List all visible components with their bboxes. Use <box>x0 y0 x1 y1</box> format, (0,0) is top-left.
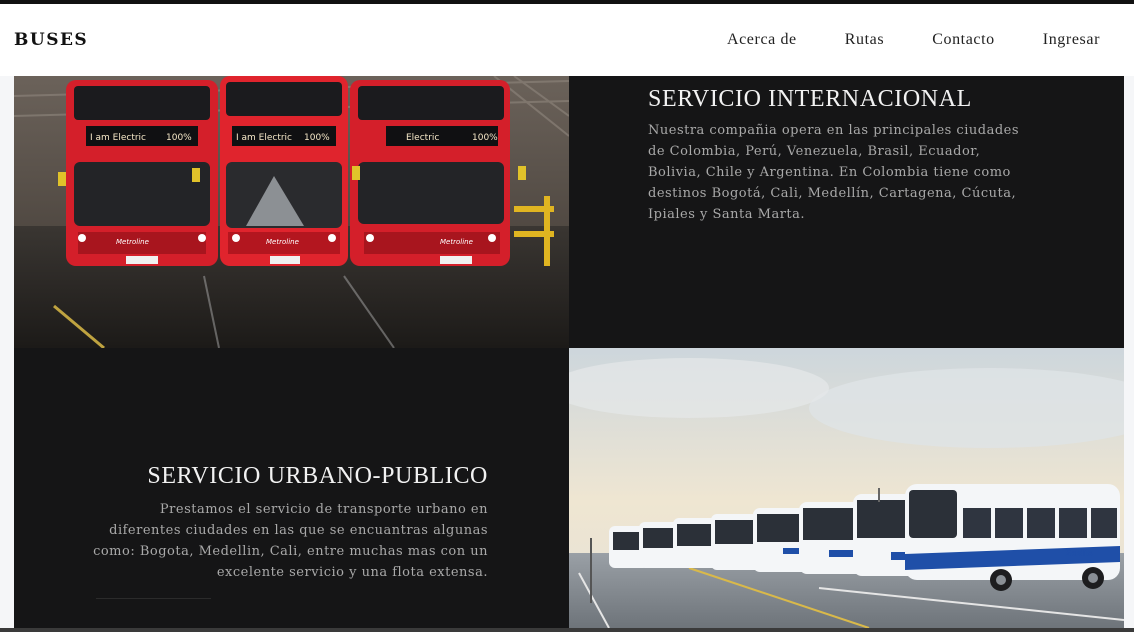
service-international-panel: SERVICIO INTERNACIONAL Nuestra compañia … <box>569 76 1124 348</box>
front-bus-brand: Sodis <box>1065 549 1093 559</box>
bus2-pct-label: 100% <box>304 133 330 143</box>
nav-link-contacto[interactable]: Contacto <box>932 31 995 49</box>
section-desc-urban: Prestamos el servicio de transporte urba… <box>93 502 488 580</box>
red-buses-image: I am Electric 100% Metroline I am Electr… <box>14 76 569 348</box>
section-title-urban: SERVICIO URBANO-PUBLICO <box>147 463 488 489</box>
bottom-border <box>0 628 1134 632</box>
bus2-operator: Metroline <box>266 238 299 246</box>
navbar: BUSES Acerca de Rutas Contacto Ingresar <box>0 4 1134 76</box>
page-margin-right <box>1124 76 1134 632</box>
bus2-dest-label: I am Electric <box>236 133 292 143</box>
white-buses-image: Sodis <box>569 348 1124 628</box>
section-title-international: SERVICIO INTERNACIONAL <box>648 86 972 112</box>
section-desc-international: Nuestra compañia opera en las principale… <box>648 123 1020 222</box>
bus1-operator: Metroline <box>116 238 149 246</box>
brand-logo[interactable]: BUSES <box>14 30 88 50</box>
bus3-pct-label: 100% <box>472 133 498 143</box>
page-margin-left <box>0 76 14 632</box>
nav-links: Acerca de Rutas Contacto Ingresar <box>727 31 1100 49</box>
nav-link-acerca[interactable]: Acerca de <box>727 31 797 49</box>
bus3-operator: Metroline <box>440 238 473 246</box>
bus1-dest-label: I am Electric <box>90 133 146 143</box>
service-urban-panel: SERVICIO URBANO-PUBLICO Prestamos el ser… <box>14 348 569 628</box>
nav-link-rutas[interactable]: Rutas <box>845 31 884 49</box>
bus3-dest-label: Electric <box>406 133 439 143</box>
bus1-pct-label: 100% <box>166 133 192 143</box>
decorative-line <box>96 598 211 599</box>
nav-link-ingresar[interactable]: Ingresar <box>1043 31 1100 49</box>
